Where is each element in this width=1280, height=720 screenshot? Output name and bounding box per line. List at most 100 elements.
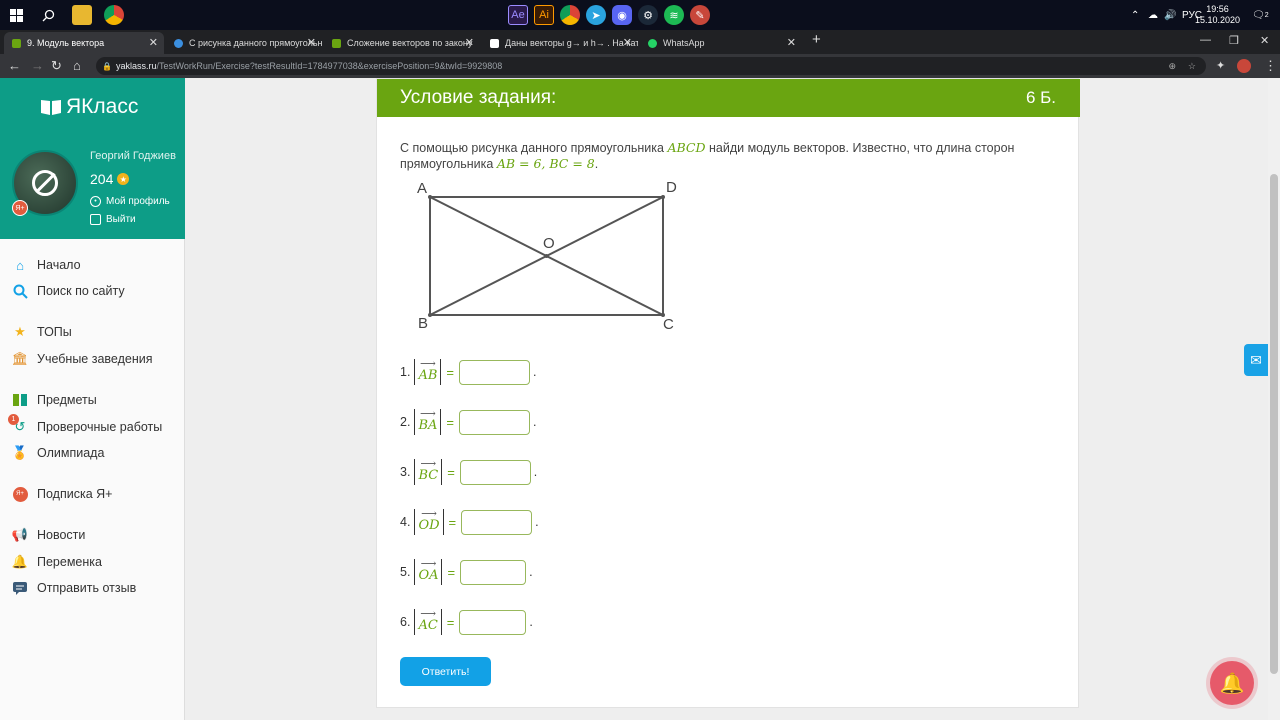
label-d: D: [666, 179, 677, 196]
windows-start-icon[interactable]: [6, 5, 26, 25]
vector-magnitude: BC: [414, 457, 443, 485]
search-icon[interactable]: [38, 5, 58, 25]
star-icon: ★: [14, 324, 26, 339]
sidebar-item-schools[interactable]: 🏛 Учебные заведения: [12, 349, 153, 369]
label-b: B: [418, 315, 428, 332]
home-icon: ⌂: [16, 257, 24, 273]
books-icon: [12, 392, 28, 408]
close-tab-icon[interactable]: ✕: [787, 36, 796, 49]
vector-magnitude: OA: [414, 557, 443, 585]
sidebar-item-break[interactable]: 🔔 Переменка: [12, 552, 102, 572]
mail-feedback-button[interactable]: ✉: [1244, 344, 1268, 376]
answer-input-od[interactable]: [461, 509, 533, 535]
logout-link[interactable]: Выйти: [90, 214, 136, 225]
sidebar-item-subscription[interactable]: Я+ Подписка Я+: [12, 484, 112, 504]
task-header-title: Условие задания:: [400, 87, 557, 108]
yaklass-logo[interactable]: ЯКласс: [40, 95, 138, 119]
close-window-button[interactable]: ✕: [1260, 34, 1269, 47]
vector-ab: AB: [418, 357, 437, 383]
notifications-bell-button[interactable]: 🔔: [1210, 661, 1254, 705]
bookmark-star-icon[interactable]: ☆: [1188, 61, 1196, 72]
answer-input-bc[interactable]: [459, 459, 531, 485]
sidebar-item-search[interactable]: Поиск по сайту: [12, 281, 125, 301]
sidebar-item-olympiad[interactable]: 🏅 Олимпиада: [12, 443, 105, 463]
scrollbar-thumb[interactable]: [1270, 174, 1278, 674]
question-3: 3. BC = .: [400, 457, 537, 486]
chrome-icon[interactable]: [104, 5, 124, 25]
reload-button[interactable]: ↻: [51, 58, 62, 74]
minimize-window-button[interactable]: —: [1200, 34, 1211, 46]
answer-input-ab[interactable]: [458, 359, 530, 385]
submit-answer-button[interactable]: Ответить!: [400, 657, 491, 686]
task-statement: С помощью рисунка данного прямоугольника…: [400, 140, 1015, 171]
close-tab-icon[interactable]: ✕: [623, 36, 632, 49]
app-icon[interactable]: ✎: [690, 5, 710, 25]
restore-window-button[interactable]: ❐: [1229, 34, 1239, 47]
clock-date: 15.10.2020: [1194, 15, 1240, 25]
after-effects-icon[interactable]: Ae: [508, 5, 528, 25]
close-tab-icon[interactable]: ✕: [465, 36, 474, 49]
answer-input-ba[interactable]: [458, 409, 530, 435]
megaphone-icon: 📢: [11, 527, 29, 542]
chevron-up-icon[interactable]: ⌃: [1131, 0, 1139, 30]
profile-avatar-icon[interactable]: [1237, 59, 1251, 73]
browser-toolbar: ← → ↻ ⌂ 🔒 yaklass.ru/TestWorkRun/Exercis…: [0, 54, 1280, 78]
page-scrollbar[interactable]: [1268, 78, 1280, 720]
vector-bc: BC: [418, 457, 438, 483]
user-icon: •: [90, 196, 101, 207]
question-4: 4. OD = .: [400, 507, 539, 536]
extensions-icon[interactable]: ✦: [1216, 58, 1225, 74]
address-bar[interactable]: 🔒 yaklass.ru/TestWorkRun/Exercise?testRe…: [96, 57, 1206, 75]
answer-input-ac[interactable]: [459, 609, 527, 635]
point-b: [428, 313, 432, 317]
question-favicon-icon: [174, 38, 183, 48]
star-icon: ★: [117, 173, 130, 185]
question-6: 6. AC = .: [400, 607, 533, 636]
sidebar-item-tests[interactable]: ↺ Проверочные работы: [12, 417, 163, 437]
sidebar-item-tops[interactable]: ★ ТОПы: [12, 322, 72, 342]
browser-tab-bar: 9. Модуль вектора ✕ С рисунка данного пр…: [0, 30, 1280, 54]
notifications-icon[interactable]: 🗨 2: [1252, 0, 1269, 30]
tab-rectangle-question[interactable]: С рисунка данного прямоугольн ✕: [166, 32, 322, 54]
tab-whatsapp[interactable]: WhatsApp ✕: [640, 32, 802, 54]
new-tab-button[interactable]: +: [812, 31, 821, 48]
discord-icon[interactable]: ◉: [612, 5, 632, 25]
vector-magnitude: BA: [414, 407, 442, 435]
tab-vector-addition[interactable]: Сложение векторов по закону ✕: [324, 32, 480, 54]
back-button[interactable]: ←: [8, 58, 21, 74]
vector-magnitude: AC: [414, 607, 442, 635]
whatsapp-favicon-icon: [648, 38, 657, 48]
telegram-icon[interactable]: ➤: [586, 5, 606, 25]
steam-icon[interactable]: ⚙: [638, 5, 658, 25]
bell-icon: 🔔: [11, 554, 29, 569]
tab-module-vector[interactable]: 9. Модуль вектора ✕: [4, 32, 164, 54]
label-c: C: [663, 316, 674, 333]
question-5: 5. OA = .: [400, 557, 533, 586]
sidebar-item-news[interactable]: 📢 Новости: [12, 525, 85, 545]
question-1: 1. AB = .: [400, 357, 536, 386]
close-tab-icon[interactable]: ✕: [149, 36, 158, 49]
tab-vectors-g-h[interactable]: Даны векторы g→ и h→ . На кат ✕: [482, 32, 638, 54]
yaklass-favicon-icon: [332, 38, 341, 48]
sidebar-item-subjects[interactable]: Предметы: [12, 390, 97, 410]
illustrator-icon[interactable]: Ai: [534, 5, 554, 25]
logout-icon: [90, 214, 101, 225]
my-profile-link[interactable]: • Мой профиль: [90, 196, 170, 207]
volume-icon[interactable]: 🔊: [1164, 0, 1176, 30]
forward-button[interactable]: →: [31, 58, 44, 74]
spotify-icon[interactable]: ≋: [664, 5, 684, 25]
task-points: 6 Б.: [1025, 88, 1056, 107]
answer-input-oa[interactable]: [460, 559, 527, 585]
yaklass-favicon-icon: [12, 38, 21, 48]
close-tab-icon[interactable]: ✕: [307, 36, 316, 49]
chrome-icon[interactable]: [560, 5, 580, 25]
sidebar-item-feedback[interactable]: Отправить отзыв: [12, 578, 136, 598]
clock[interactable]: 19:56 15.10.2020: [1195, 4, 1240, 26]
home-button[interactable]: ⌂: [73, 58, 81, 74]
file-explorer-icon[interactable]: [72, 5, 92, 25]
browser-menu-icon[interactable]: ⋮: [1264, 58, 1277, 74]
network-icon[interactable]: ☁: [1148, 0, 1158, 30]
sidebar-item-home[interactable]: ⌂ Начало: [12, 255, 81, 275]
label-a: A: [417, 180, 427, 197]
install-icon[interactable]: ⊕: [1168, 61, 1176, 72]
